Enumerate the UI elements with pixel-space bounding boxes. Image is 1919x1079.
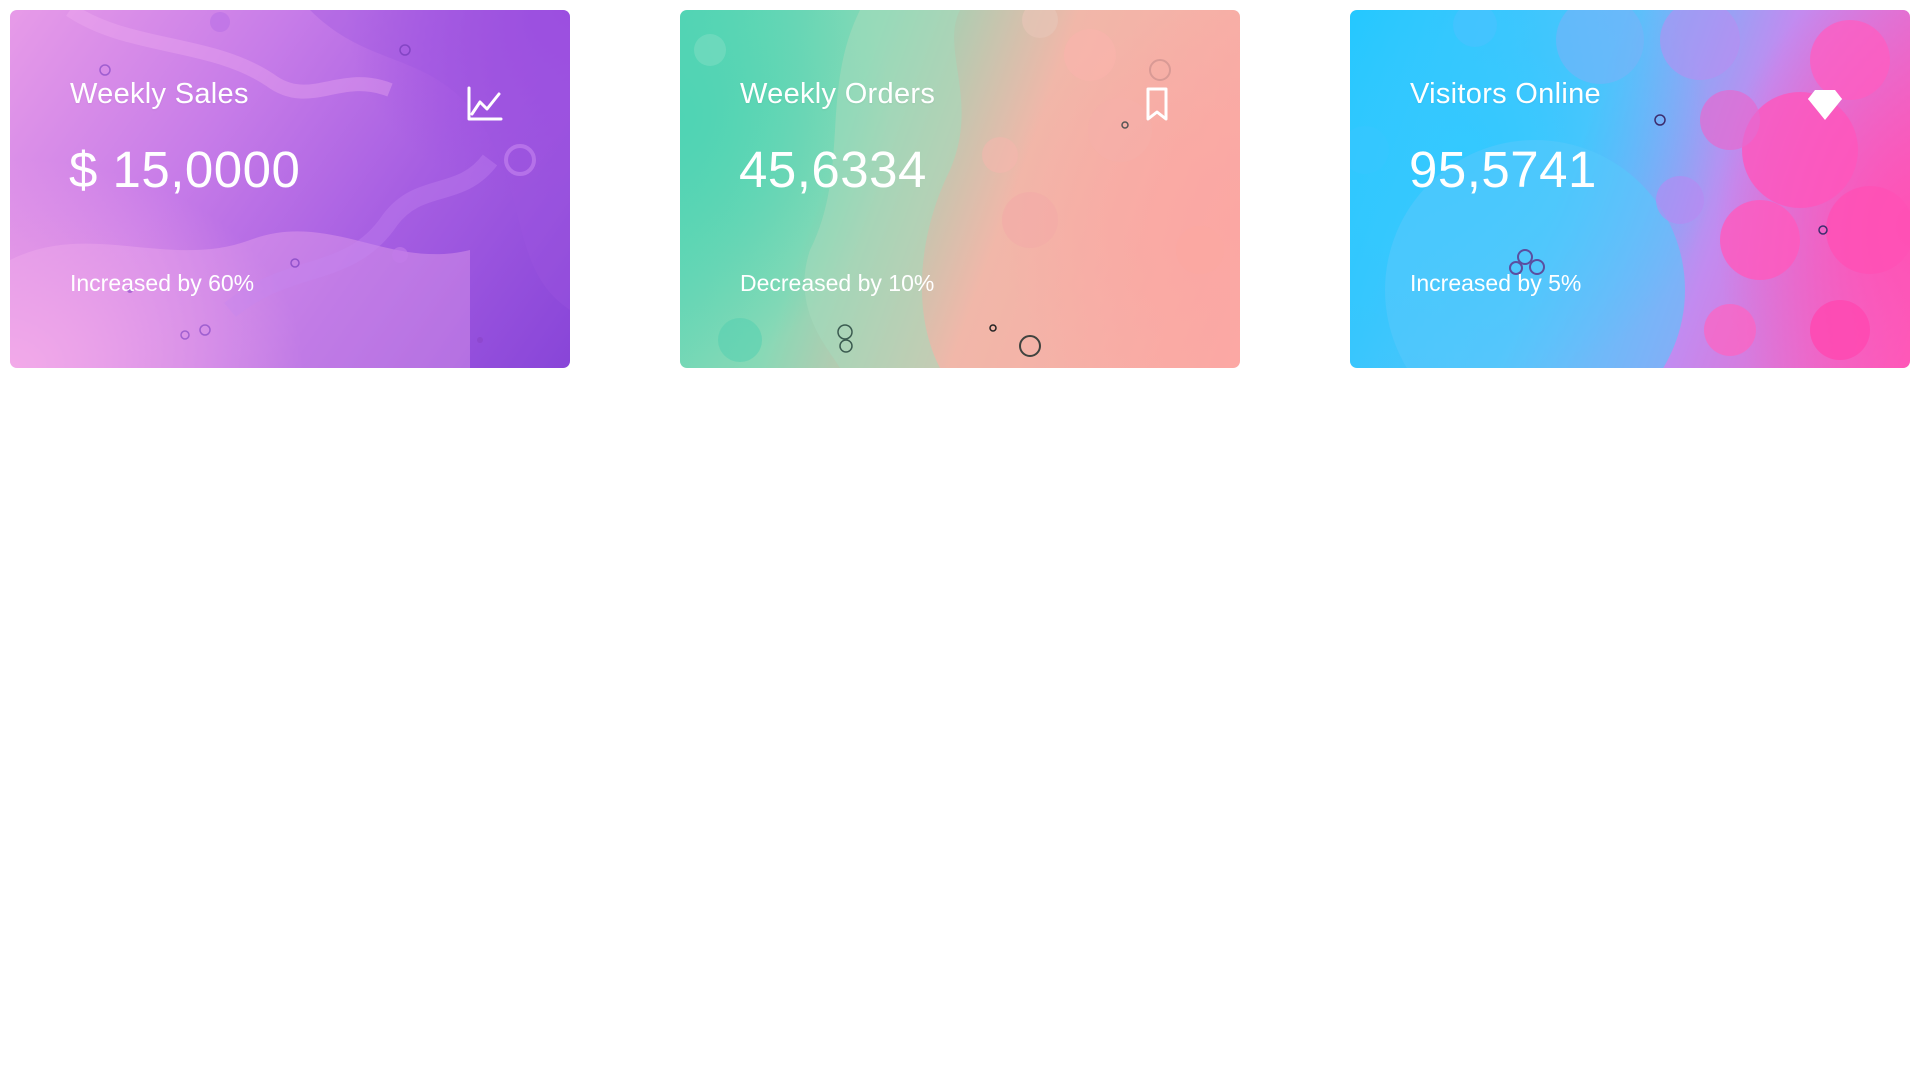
weekly-sales-card[interactable]: Weekly Sales $ 15,0000 Increased by 60% — [10, 10, 570, 368]
card-title: Visitors Online — [1410, 78, 1601, 110]
stat-cards: Weekly Sales $ 15,0000 Increased by 60% — [10, 10, 1910, 368]
card-title: Weekly Sales — [70, 78, 249, 110]
card-value: 95,5741 — [1409, 141, 1597, 198]
visitors-online-card[interactable]: Visitors Online 95,5741 Increased by 5% — [1350, 10, 1910, 368]
diamond-icon — [1805, 84, 1845, 124]
chart-line-icon — [465, 84, 505, 124]
weekly-orders-card[interactable]: Weekly Orders 45,6334 Decreased by 10% — [680, 10, 1240, 368]
bookmark-icon — [1137, 84, 1177, 124]
card-change-text: Decreased by 10% — [740, 270, 935, 296]
card-value: $ 15,0000 — [69, 141, 301, 198]
card-title: Weekly Orders — [740, 78, 936, 110]
card-change-text: Increased by 60% — [70, 270, 255, 296]
card-change-text: Increased by 5% — [1410, 270, 1582, 296]
card-value: 45,6334 — [739, 141, 927, 198]
